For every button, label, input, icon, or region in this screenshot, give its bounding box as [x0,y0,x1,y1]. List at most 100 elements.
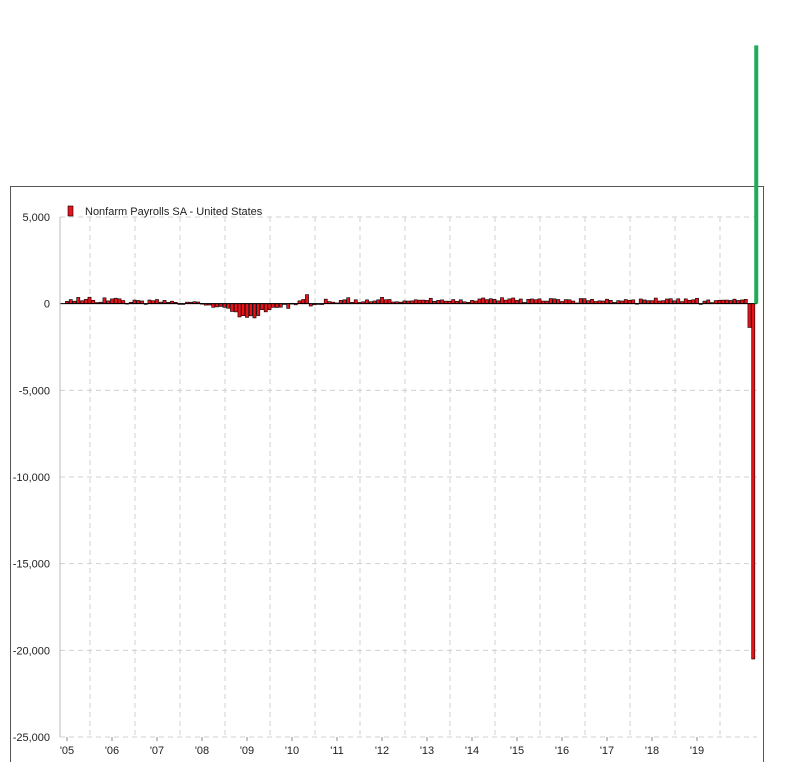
bar [222,303,227,308]
bar [518,298,523,304]
x-tick-label: '13 [420,745,434,757]
bar [717,300,722,304]
bar [725,299,729,304]
bar [323,298,328,304]
bar [511,297,516,304]
bar [578,298,583,304]
bar [743,299,748,304]
bar [485,299,489,304]
bar [286,303,291,309]
bar [458,299,463,304]
bar [421,299,426,304]
y-tick-label: -25,000 [13,732,50,744]
bar [751,303,756,660]
bar [556,299,561,304]
bar [83,299,88,304]
bar [91,299,96,304]
bar [267,303,272,311]
bar [305,294,309,304]
bar [342,299,347,304]
bar [683,298,688,304]
y-tick-label: 0 [44,299,50,311]
bar [275,303,279,308]
bar [252,303,257,319]
x-tick-label: '19 [690,745,704,757]
bar [691,299,696,304]
x-tick-label: '06 [105,745,119,757]
x-tick-label: '15 [510,745,524,757]
bar [477,298,482,304]
bar [87,296,92,304]
y-tick-label: -5,000 [19,385,50,397]
bar [631,299,636,304]
x-tick-label: '12 [375,745,389,757]
x-tick-label: '08 [195,745,209,757]
bar [492,299,497,304]
bar [237,303,242,318]
x-tick-label: '17 [600,745,614,757]
bar [301,299,306,304]
bar [68,299,73,304]
bar [721,299,726,304]
bar [507,298,512,304]
bar [687,299,692,304]
bar [365,299,369,304]
bar [590,299,594,304]
bar [226,303,231,309]
bar [383,299,388,304]
bar [76,297,81,304]
x-axis-tick-labels: '05 '06 '07 '08 '09 '10 '11 '12 '13 '14 '15 '16 '17 '… [60,745,704,757]
chart-root: 5,000 0 -5,000 -10,000 -15,000 -20,000 -25,000… [0,0,800,763]
bar [245,303,249,318]
bar [668,298,673,304]
bar [440,299,444,304]
x-tick-label: '10 [285,745,299,757]
bar [638,298,643,304]
bar [488,298,493,304]
legend-swatch [67,205,74,217]
bar [548,298,553,304]
bar [608,299,613,304]
bar [117,298,122,304]
bar [278,303,283,308]
bar [147,299,152,304]
bar [417,299,422,304]
bar [256,303,261,316]
y-tick-label: -10,000 [13,472,50,484]
bar [211,303,216,308]
bar [387,299,392,304]
bar [740,299,744,304]
bar [233,303,238,313]
bar [380,297,384,304]
bar [642,299,647,304]
bar [582,298,587,304]
bar [248,303,253,317]
bar [526,299,531,304]
bar [653,297,658,304]
bar [552,298,557,304]
bar [230,303,234,312]
bar [530,298,534,304]
bar [747,303,752,328]
bar [605,298,609,304]
y-tick-label: -15,000 [13,559,50,571]
bar [413,299,418,304]
bar [155,299,159,304]
bar [500,297,504,304]
legend-label: Nonfarm Payrolls SA - United States [85,206,263,218]
bar [676,298,681,304]
bar [623,299,628,304]
bar [260,303,264,311]
bar [537,298,542,304]
bar [241,303,246,316]
bar [567,299,572,304]
bar [706,299,711,304]
bar [695,297,699,304]
x-tick-label: '16 [555,745,569,757]
bar [132,299,137,304]
bar [533,299,538,304]
bar [102,297,107,304]
y-tick-label: 5,000 [22,212,50,224]
frame-layer [10,186,764,763]
bar [428,297,433,304]
